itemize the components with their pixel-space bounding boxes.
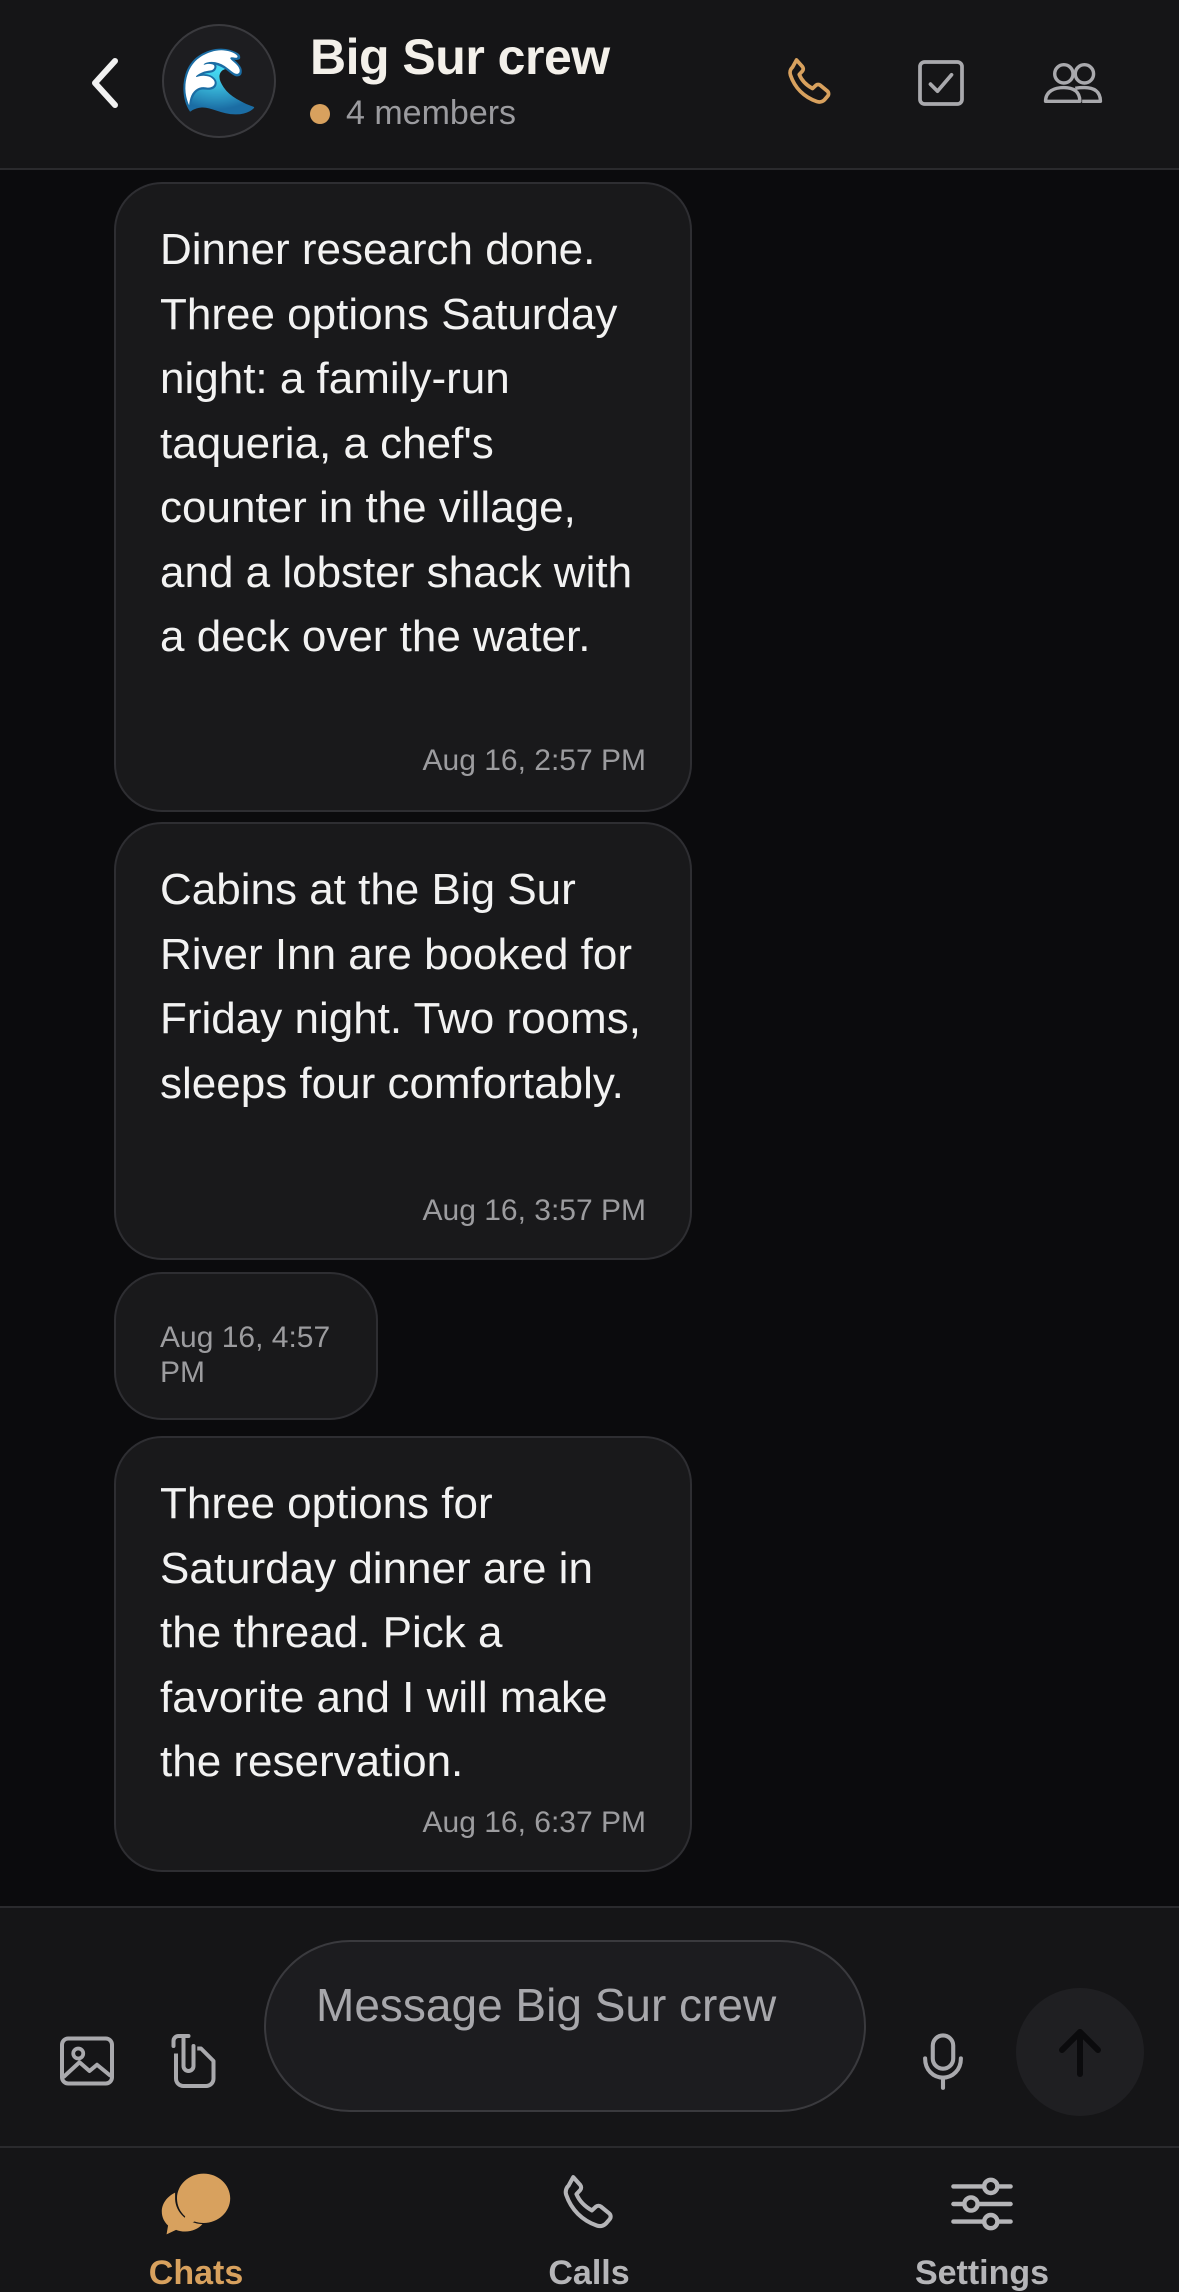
chat-title[interactable]: Big Sur crew <box>310 28 610 86</box>
members-button[interactable] <box>1038 50 1108 116</box>
phone-icon <box>788 58 831 104</box>
checkbox-icon <box>918 60 964 106</box>
group-icon <box>1043 63 1103 103</box>
attach-file-button[interactable] <box>156 2026 226 2096</box>
message-timestamp: Aug 16, 2:57 PM <box>422 744 646 777</box>
message-text: Dinner research done. Three options Satu… <box>160 225 633 661</box>
message-timestamp: Aug 16, 3:57 PM <box>422 1194 646 1227</box>
status-dot <box>310 103 330 124</box>
add-image-button[interactable] <box>52 2026 122 2096</box>
message-bubble[interactable]: Three options for Saturday dinner are in… <box>114 1436 692 1872</box>
tab-calls-label: Calls <box>548 2254 630 2292</box>
attach-icon <box>171 2034 216 2088</box>
tab-settings-label: Settings <box>914 2254 1050 2292</box>
member-count[interactable]: 4 members <box>310 94 516 133</box>
message-text: Cabins at the Big Sur River Inn are book… <box>160 865 641 1108</box>
back-button[interactable] <box>80 50 130 116</box>
tab-chats[interactable]: Chats <box>66 2164 326 2292</box>
message-bubble[interactable]: Dinner research done. Three options Satu… <box>114 182 692 812</box>
message-bubble[interactable]: Cabins at the Big Sur River Inn are book… <box>114 822 692 1260</box>
chevron-left-icon <box>92 58 118 108</box>
sliders-icon <box>951 2177 1013 2231</box>
chat-header: 🌊 Big Sur crew 4 members <box>0 0 1179 170</box>
message-input[interactable] <box>264 1940 866 2112</box>
chat-screen: 🌊 Big Sur crew 4 members Dinner research… <box>0 0 1179 2292</box>
message-bubble-empty[interactable]: Aug 16, 4:57 PM <box>114 1272 378 1420</box>
tasks-button[interactable] <box>906 50 976 116</box>
tab-settings[interactable]: Settings <box>852 2164 1112 2292</box>
message-text: Three options for Saturday dinner are in… <box>160 1479 608 1786</box>
send-arrow-icon <box>1059 2029 1101 2077</box>
tab-chats-label: Chats <box>148 2254 244 2292</box>
bottom-tab-bar: Chats Calls Settings <box>0 2146 1179 2292</box>
message-composer: Message Big Sur crew <box>0 1906 1179 2146</box>
group-avatar[interactable]: 🌊 <box>162 24 276 138</box>
phone-icon <box>563 2175 613 2229</box>
image-icon <box>60 2036 114 2086</box>
member-count-label: 4 members <box>346 94 517 132</box>
send-button[interactable] <box>1016 1988 1144 2116</box>
avatar-emoji: 🌊 <box>179 44 259 117</box>
voice-message-button[interactable] <box>908 2026 978 2096</box>
chat-bubble-icon <box>161 2173 231 2235</box>
message-timestamp: Aug 16, 6:37 PM <box>422 1806 646 1839</box>
microphone-icon <box>923 2033 963 2090</box>
tab-calls[interactable]: Calls <box>459 2164 719 2292</box>
call-button[interactable] <box>775 50 845 116</box>
message-timestamp: Aug 16, 4:57 PM <box>160 1321 331 1389</box>
